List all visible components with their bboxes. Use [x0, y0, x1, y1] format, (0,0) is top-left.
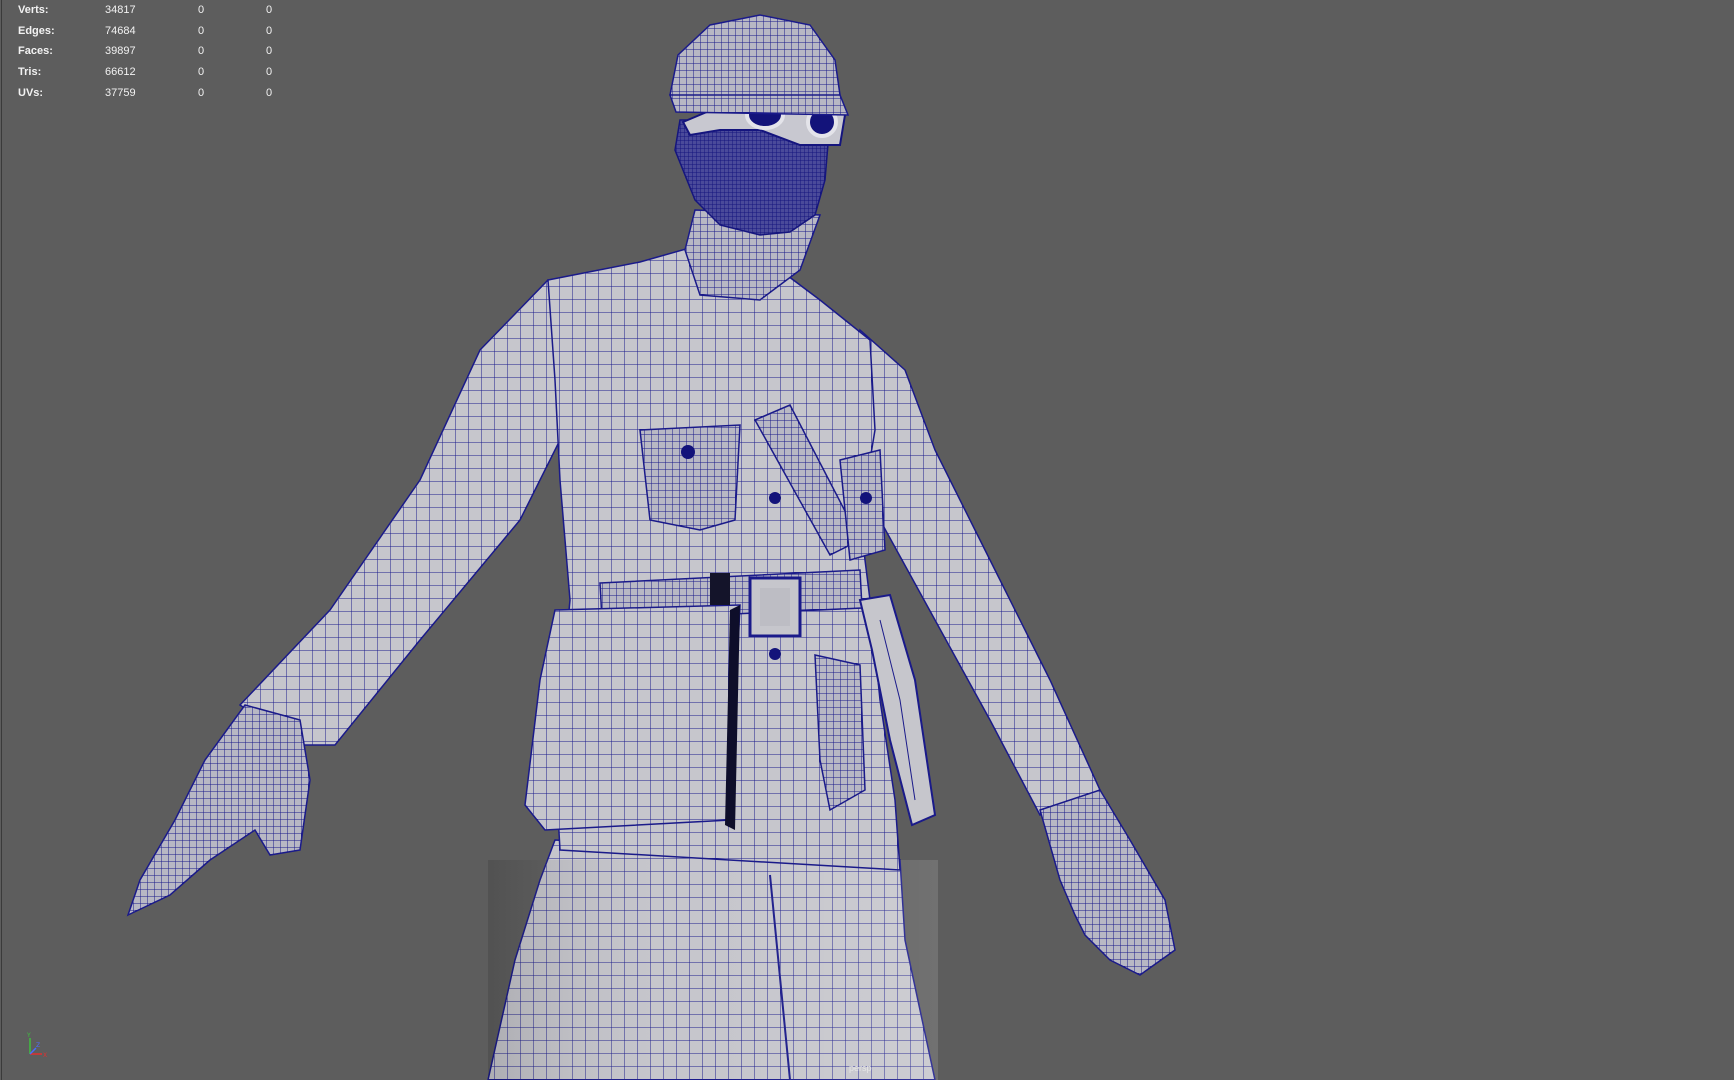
camera-name-label: persp [849, 1063, 872, 1073]
hud-row-verts: Verts: 34817 0 0 [18, 0, 278, 21]
hud-component-value: 0 [266, 4, 273, 16]
hud-selected-value: 0 [198, 86, 205, 99]
pocket-button [681, 445, 695, 459]
hud-row-uvs: UVs: 37759 0 0 [18, 83, 278, 104]
left-chest-pocket-mesh[interactable] [639, 424, 741, 531]
hud-component-value: 0 [266, 66, 273, 79]
left-hand-mesh[interactable] [126, 704, 311, 917]
cap-mesh[interactable] [669, 14, 841, 101]
belt-pouch-mesh[interactable] [524, 604, 741, 831]
z-axis-label: Z [36, 1042, 40, 1049]
hud-component-value: 0 [266, 24, 273, 37]
hud-total-value: 37759 [105, 86, 136, 99]
view-axis-gizmo-icon: Y Z X [26, 1032, 47, 1059]
hud-row-faces: Faces: 39897 0 0 [18, 41, 278, 62]
y-axis-label: Y [26, 1032, 31, 1039]
hud-label: Tris: [18, 66, 42, 79]
x-axis-label: X [43, 1052, 47, 1059]
left-sleeve-mesh[interactable] [238, 279, 591, 746]
maya-perspective-viewport[interactable]: Verts: 34817 0 0 Edges: 74684 0 0 Faces:… [0, 0, 1734, 1080]
jacket-button [769, 492, 781, 504]
jacket-button [769, 648, 781, 660]
right-hand-mesh[interactable] [1039, 789, 1176, 976]
hud-total-value: 34817 [105, 4, 136, 16]
hud-component-value: 0 [266, 45, 273, 58]
hud-total-value: 39897 [105, 45, 136, 58]
hud-selected-value: 0 [198, 24, 205, 37]
hud-selected-value: 0 [198, 45, 205, 58]
hud-row-tris: Tris: 66612 0 0 [18, 62, 278, 83]
hud-row-edges: Edges: 74684 0 0 [18, 21, 278, 42]
hud-label: UVs: [18, 86, 44, 99]
poly-count-hud: Verts: 34817 0 0 Edges: 74684 0 0 Faces:… [18, 0, 278, 103]
hud-total-value: 66612 [105, 66, 136, 79]
hud-label: Edges: [18, 24, 55, 37]
hud-selected-value: 0 [198, 4, 205, 16]
hud-total-value: 74684 [105, 24, 136, 37]
hud-selected-value: 0 [198, 66, 205, 79]
hud-label: Verts: [18, 4, 49, 16]
hud-component-value: 0 [266, 86, 273, 99]
hud-label: Faces: [18, 45, 53, 58]
right-sleeve-mesh[interactable] [849, 328, 1102, 816]
pocket-button [860, 492, 872, 504]
character-wireframe-model[interactable] [0, 0, 1734, 1080]
